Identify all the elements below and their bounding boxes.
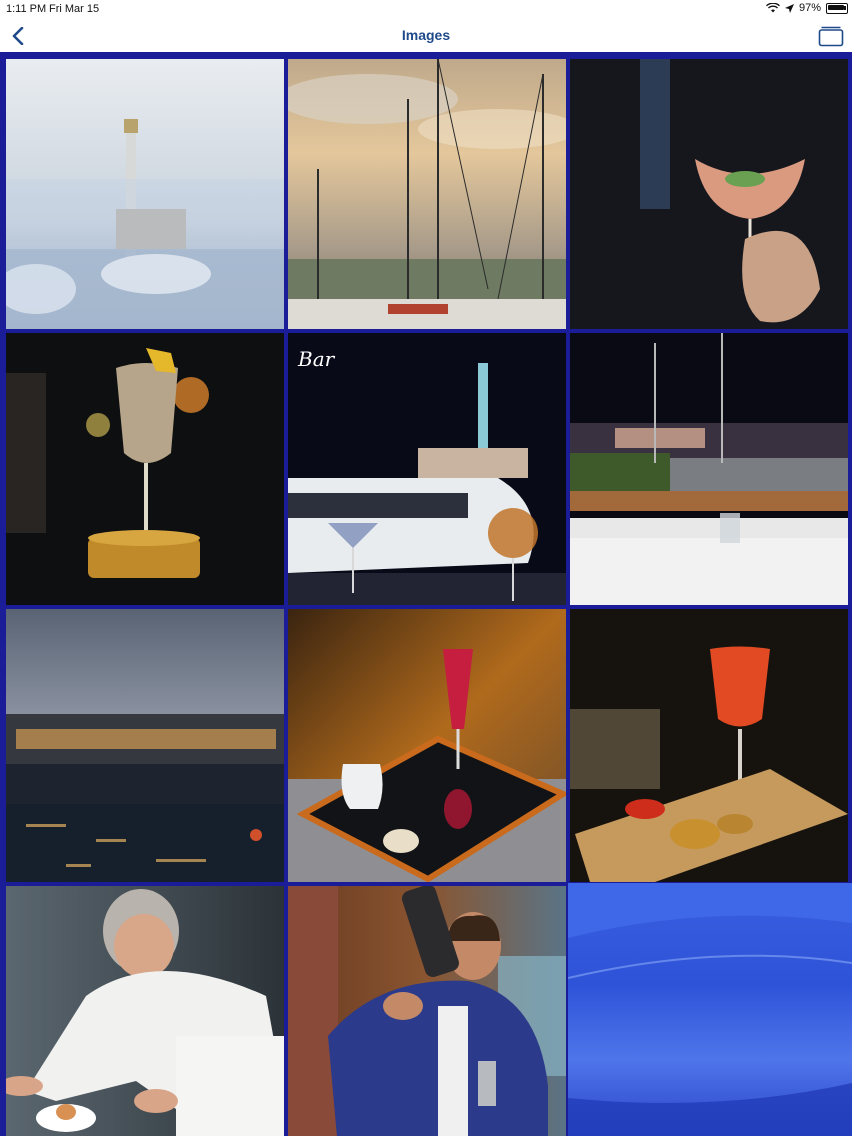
location-icon <box>784 3 794 13</box>
gallery-image-1[interactable] <box>6 59 284 329</box>
gallery-image-9[interactable] <box>570 609 848 882</box>
status-date: Fri Mar 15 <box>49 3 100 15</box>
restaurant-table-harbor-night-photo <box>570 333 848 605</box>
status-bar: 1:11 PM Fri Mar 15 97% <box>0 0 852 18</box>
cocktail-glass-hand-photo <box>570 59 848 329</box>
gallery-image-7[interactable] <box>6 609 284 882</box>
sailboat-masts-photo <box>288 59 566 329</box>
gallery-image-5[interactable]: Bar <box>288 333 566 605</box>
cocktail-mirror-tray-photo <box>288 609 566 882</box>
gallery-view-button[interactable] <box>816 21 846 51</box>
page-title: Images <box>401 27 451 43</box>
gallery-image-10[interactable] <box>6 886 284 1136</box>
status-time: 1:11 PM <box>6 3 47 15</box>
red-cocktail-bruschetta-photo <box>570 609 848 882</box>
wave-background <box>567 883 852 1136</box>
gallery-image-3[interactable] <box>570 59 848 329</box>
gallery-image-8[interactable] <box>288 609 566 882</box>
chef-plating-photo <box>6 886 284 1136</box>
gallery-image-4[interactable] <box>6 333 284 605</box>
gallery-stack-icon <box>818 26 844 47</box>
bartender-shaker-photo <box>288 886 566 1136</box>
gallery-image-11[interactable] <box>288 886 566 1136</box>
bar-yacht-cocktails-photo <box>288 333 566 605</box>
waterfront-evening-photo <box>6 609 284 882</box>
gallery-image-2[interactable] <box>288 59 566 329</box>
bar-overlay-text: Bar <box>298 347 335 371</box>
empty-grid-slot <box>567 883 852 1136</box>
navigation-bar: Images <box>0 18 852 52</box>
battery-percent: 97% <box>798 2 821 14</box>
harbor-lighthouse-photo <box>6 59 284 329</box>
cocktail-on-wooden-stand-photo <box>6 333 284 605</box>
gallery-image-6[interactable] <box>570 333 848 605</box>
battery-icon <box>826 2 848 14</box>
status-icons: 97% <box>765 2 848 14</box>
wifi-icon <box>765 3 780 13</box>
